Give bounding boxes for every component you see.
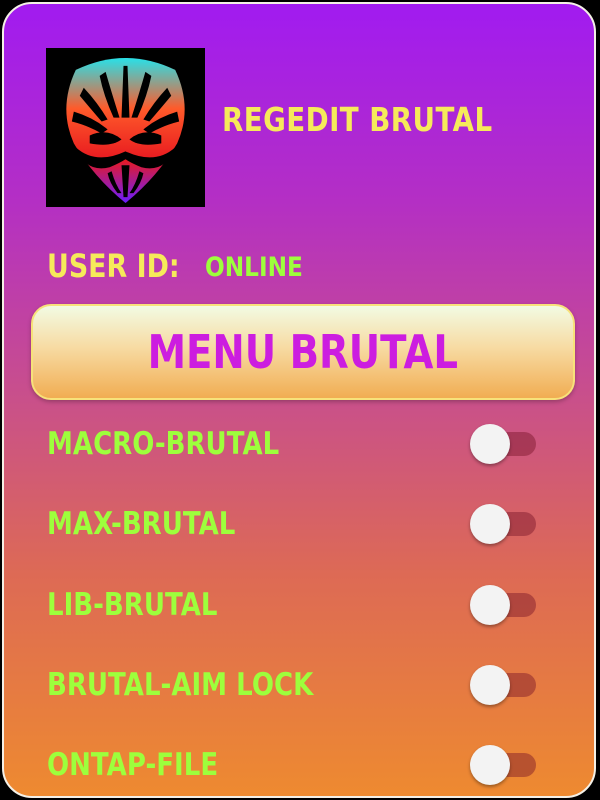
app-title: REGEDIT BRUTAL [222, 100, 493, 139]
tribal-mask-icon [46, 48, 205, 207]
switch-thumb [470, 745, 510, 785]
toggle-label-macro-brutal: MACRO-BRUTAL [47, 426, 280, 462]
toggle-row-brutal-aim-lock: BRUTAL-AIM LOCK [4, 655, 594, 715]
toggle-label-brutal-aim-lock: BRUTAL-AIM LOCK [47, 667, 314, 703]
toggle-switch-max-brutal[interactable] [470, 502, 540, 546]
toggle-switch-macro-brutal[interactable] [470, 422, 540, 466]
toggle-label-max-brutal: MAX-BRUTAL [47, 506, 236, 542]
toggle-label-lib-brutal: LIB-BRUTAL [47, 587, 218, 623]
toggle-switch-ontap-file[interactable] [470, 743, 540, 787]
toggle-row-macro-brutal: MACRO-BRUTAL [4, 414, 594, 474]
user-status: ONLINE [205, 252, 303, 283]
toggle-row-lib-brutal: LIB-BRUTAL [4, 575, 594, 635]
switch-thumb [470, 424, 510, 464]
toggle-row-ontap-file: ONTAP-FILE [4, 735, 594, 795]
toggle-label-ontap-file: ONTAP-FILE [47, 747, 219, 783]
toggle-switch-brutal-aim-lock[interactable] [470, 663, 540, 707]
toggle-switch-lib-brutal[interactable] [470, 583, 540, 627]
switch-thumb [470, 504, 510, 544]
user-id-label: USER ID: [47, 247, 180, 285]
switch-thumb [470, 585, 510, 625]
menu-brutal-button[interactable]: MENU BRUTAL [31, 304, 575, 400]
mod-menu-panel: REGEDIT BRUTAL USER ID: ONLINE MENU BRUT… [2, 2, 596, 798]
switch-thumb [470, 665, 510, 705]
menu-brutal-button-label: MENU BRUTAL [147, 325, 459, 379]
toggle-row-max-brutal: MAX-BRUTAL [4, 494, 594, 554]
